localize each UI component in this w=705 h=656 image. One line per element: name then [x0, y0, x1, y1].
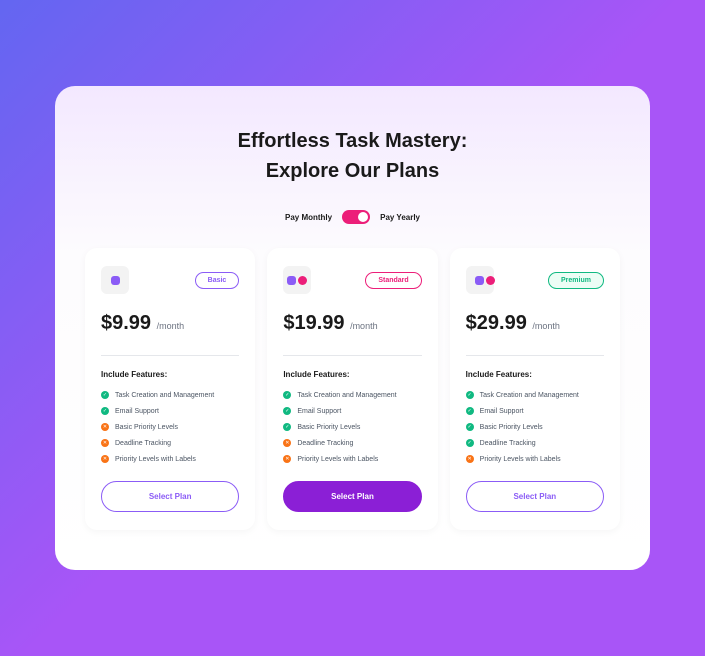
feature-item: ✓ Email Support — [466, 407, 604, 415]
select-plan-button[interactable]: Select Plan — [101, 481, 239, 512]
feature-text: Deadline Tracking — [115, 440, 171, 447]
plan-price: $29.99 /month — [466, 312, 604, 335]
feature-text: Deadline Tracking — [297, 440, 353, 447]
feature-item: ✕ Priority Levels with Labels — [466, 455, 604, 463]
feature-text: Deadline Tracking — [480, 440, 536, 447]
plan-icon — [101, 266, 129, 294]
features-list: ✓ Task Creation and Management ✓ Email Supp… — [283, 391, 421, 463]
x-icon: ✕ — [101, 455, 109, 463]
plan-badge: Basic — [195, 272, 240, 289]
plan-badge: Standard — [365, 272, 421, 289]
feature-text: Email Support — [480, 408, 524, 415]
feature-item: ✓ Deadline Tracking — [466, 439, 604, 447]
x-icon: ✕ — [283, 455, 291, 463]
feature-item: ✕ Deadline Tracking — [283, 439, 421, 447]
check-icon: ✓ — [466, 423, 474, 431]
pricing-cards: Basic $9.99 /month Include Features: ✓ Ta… — [85, 248, 620, 530]
features-title: Include Features: — [283, 370, 421, 379]
feature-text: Task Creation and Management — [480, 392, 579, 399]
feature-text: Task Creation and Management — [115, 392, 214, 399]
plan-badge: Premium — [548, 272, 604, 289]
feature-text: Basic Priority Levels — [115, 424, 178, 431]
plan-price: $19.99 /month — [283, 312, 421, 335]
features-title: Include Features: — [466, 370, 604, 379]
features-list: ✓ Task Creation and Management ✓ Email Supp… — [101, 391, 239, 463]
check-icon: ✓ — [101, 407, 109, 415]
check-icon: ✓ — [101, 391, 109, 399]
billing-toggle[interactable] — [342, 210, 370, 224]
feature-text: Email Support — [297, 408, 341, 415]
feature-item: ✓ Task Creation and Management — [466, 391, 604, 399]
billing-toggle-row: Pay Monthly Pay Yearly — [85, 210, 620, 224]
check-icon: ✓ — [466, 391, 474, 399]
features-list: ✓ Task Creation and Management ✓ Email Supp… — [466, 391, 604, 463]
page-title: Effortless Task Mastery: Explore Our Pla… — [203, 126, 503, 186]
feature-item: ✓ Task Creation and Management — [101, 391, 239, 399]
plan-card-standard: Standard $19.99 /month Include Features:… — [267, 248, 437, 530]
x-icon: ✕ — [466, 455, 474, 463]
feature-text: Priority Levels with Labels — [480, 456, 561, 463]
features-title: Include Features: — [101, 370, 239, 379]
x-icon: ✕ — [101, 423, 109, 431]
feature-item: ✕ Deadline Tracking — [101, 439, 239, 447]
check-icon: ✓ — [466, 439, 474, 447]
feature-item: ✓ Email Support — [101, 407, 239, 415]
toggle-yearly-label: Pay Yearly — [380, 213, 420, 222]
card-header: Premium — [466, 266, 604, 294]
x-icon: ✕ — [283, 439, 291, 447]
feature-text: Priority Levels with Labels — [115, 456, 196, 463]
feature-text: Basic Priority Levels — [297, 424, 360, 431]
feature-text: Basic Priority Levels — [480, 424, 543, 431]
divider — [101, 355, 239, 356]
check-icon: ✓ — [283, 407, 291, 415]
card-header: Basic — [101, 266, 239, 294]
select-plan-button[interactable]: Select Plan — [283, 481, 421, 512]
select-plan-button[interactable]: Select Plan — [466, 481, 604, 512]
feature-item: ✓ Task Creation and Management — [283, 391, 421, 399]
x-icon: ✕ — [101, 439, 109, 447]
feature-text: Email Support — [115, 408, 159, 415]
feature-item: ✕ Priority Levels with Labels — [101, 455, 239, 463]
plan-icon — [466, 266, 494, 294]
check-icon: ✓ — [283, 423, 291, 431]
feature-item: ✓ Basic Priority Levels — [283, 423, 421, 431]
feature-item: ✓ Email Support — [283, 407, 421, 415]
plan-card-premium: Premium $29.99 /month Include Features: … — [450, 248, 620, 530]
check-icon: ✓ — [466, 407, 474, 415]
plan-price: $9.99 /month — [101, 312, 239, 335]
card-header: Standard — [283, 266, 421, 294]
feature-text: Task Creation and Management — [297, 392, 396, 399]
pricing-container: Effortless Task Mastery: Explore Our Pla… — [55, 86, 650, 570]
feature-item: ✕ Priority Levels with Labels — [283, 455, 421, 463]
feature-item: ✓ Basic Priority Levels — [466, 423, 604, 431]
divider — [466, 355, 604, 356]
feature-item: ✕ Basic Priority Levels — [101, 423, 239, 431]
toggle-monthly-label: Pay Monthly — [285, 213, 332, 222]
divider — [283, 355, 421, 356]
plan-icon — [283, 266, 311, 294]
plan-card-basic: Basic $9.99 /month Include Features: ✓ Ta… — [85, 248, 255, 530]
check-icon: ✓ — [283, 391, 291, 399]
feature-text: Priority Levels with Labels — [297, 456, 378, 463]
